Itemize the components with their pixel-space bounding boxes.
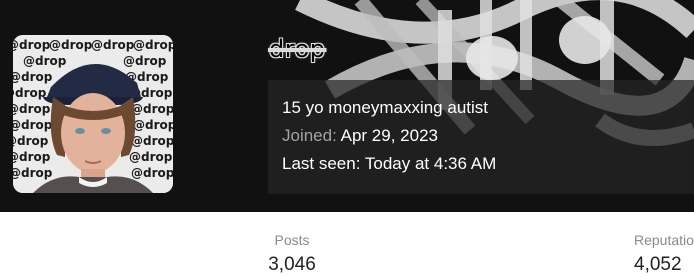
profile-stats: Posts 3,046 Reputation 4,052 <box>0 212 694 275</box>
joined-value: Apr 29, 2023 <box>340 126 438 145</box>
last-seen-value[interactable]: Today at 4:36 AM <box>365 154 496 173</box>
profile-info-panel: 15 yo moneymaxxing autist Joined: Apr 29… <box>268 80 694 194</box>
avatar[interactable]: @drop @drop @drop @drop @drop @drop @dro… <box>13 35 173 193</box>
svg-text:@drop: @drop <box>123 54 167 68</box>
reputation-value[interactable]: 4,052 <box>634 253 694 277</box>
posts-stat[interactable]: Posts 3,046 <box>240 231 344 277</box>
posts-value[interactable]: 3,046 <box>240 253 344 277</box>
svg-text:@drop: @drop <box>13 166 53 180</box>
svg-text:@drop: @drop <box>13 134 49 148</box>
svg-text:@drop: @drop <box>129 150 173 164</box>
joined-row: Joined: Apr 29, 2023 <box>282 123 680 149</box>
svg-text:@drop: @drop <box>133 38 173 52</box>
svg-text:@drop: @drop <box>49 38 93 52</box>
user-tagline: 15 yo moneymaxxing autist <box>282 98 488 117</box>
svg-text:@drop: @drop <box>23 54 67 68</box>
svg-text:@drop: @drop <box>131 134 173 148</box>
username[interactable]: drop <box>269 34 326 64</box>
svg-text:@drop: @drop <box>13 70 53 84</box>
svg-text:@drop: @drop <box>91 38 135 52</box>
avatar-pattern-text: @drop <box>13 38 51 52</box>
profile-banner: @drop @drop @drop @drop @drop @drop @dro… <box>0 0 694 212</box>
avatar-image: @drop @drop @drop @drop @drop @drop @dro… <box>13 35 173 193</box>
joined-label: Joined: <box>282 126 337 145</box>
svg-text:@drop: @drop <box>13 150 51 164</box>
posts-label: Posts <box>274 232 310 248</box>
last-seen-label: Last seen: <box>282 154 361 173</box>
svg-text:@drop: @drop <box>13 86 47 100</box>
svg-text:@drop: @drop <box>13 102 51 116</box>
reputation-label: Reputation <box>634 232 694 248</box>
svg-text:@drop: @drop <box>131 166 173 180</box>
svg-text:@drop: @drop <box>133 118 173 132</box>
svg-text:@drop: @drop <box>131 102 173 116</box>
last-seen-row: Last seen: Today at 4:36 AM <box>282 151 680 177</box>
svg-text:@drop: @drop <box>13 118 53 132</box>
reputation-stat[interactable]: Reputation 4,052 <box>614 231 694 277</box>
